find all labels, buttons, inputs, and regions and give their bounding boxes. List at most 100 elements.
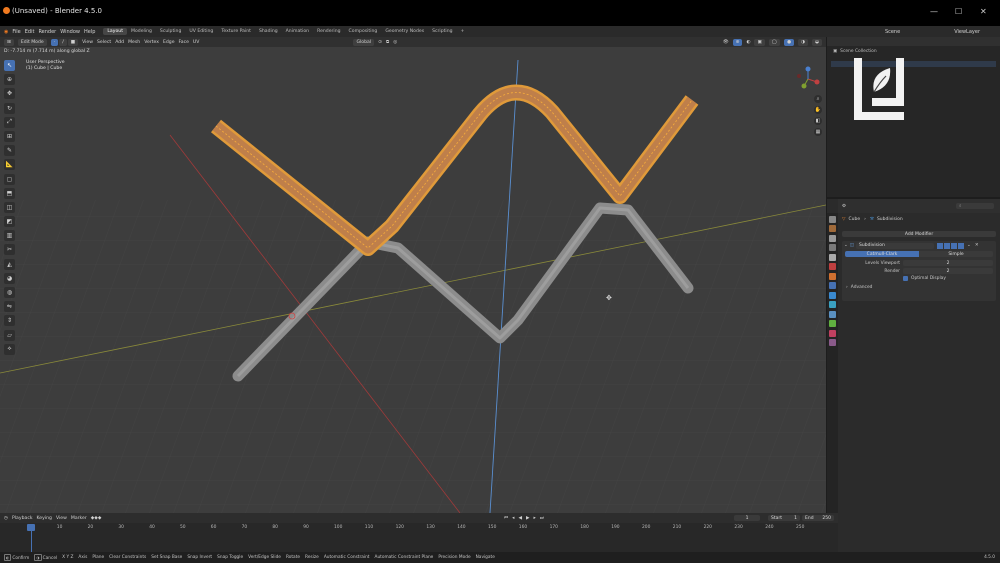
data-tab-icon[interactable] xyxy=(829,320,836,327)
view-layer-selector[interactable]: ViewLayer xyxy=(954,29,980,35)
minimize-button[interactable]: — xyxy=(930,7,938,16)
view-layer-tab-icon[interactable] xyxy=(829,244,836,251)
extrude-tool-icon[interactable]: ⬒ xyxy=(4,187,15,199)
particles-tab-icon[interactable] xyxy=(829,291,836,299)
end-frame-field[interactable]: End 250 xyxy=(802,515,834,521)
menu-marker[interactable]: Marker xyxy=(71,516,87,521)
modifier-tab-icon[interactable] xyxy=(829,282,836,289)
shrink-fatten-tool-icon[interactable]: ⇕ xyxy=(4,315,15,327)
menu-add[interactable]: Add xyxy=(115,40,124,45)
tool-tab-icon[interactable] xyxy=(829,215,836,223)
edge-slide-tool-icon[interactable]: ⇋ xyxy=(4,301,15,313)
start-frame-field[interactable]: Start 1 xyxy=(768,515,800,521)
ortho-toggle-icon[interactable]: ▦ xyxy=(814,128,822,136)
tab-modeling[interactable]: Modeling xyxy=(127,28,156,35)
cursor-tool-icon[interactable]: ⊕ xyxy=(4,74,15,86)
output-tab-icon[interactable] xyxy=(829,234,836,242)
select-tool-icon[interactable]: ↖ xyxy=(4,60,15,71)
jump-start-icon[interactable]: ⏮ xyxy=(504,515,508,521)
shading-wireframe-icon[interactable]: ◯ xyxy=(768,38,780,46)
poly-build-tool-icon[interactable]: ◭ xyxy=(4,258,15,270)
menu-edge[interactable]: Edge xyxy=(163,40,175,45)
modifier-name-field[interactable]: Subdivision xyxy=(856,242,935,249)
catmull-clark-tab[interactable]: Catmull-Clark xyxy=(845,251,919,257)
physics-tab-icon[interactable] xyxy=(829,301,836,308)
blender-menu-icon[interactable]: ◉ xyxy=(4,29,8,35)
render-toggle-icon[interactable] xyxy=(951,242,958,249)
menu-playback[interactable]: Playback xyxy=(12,516,33,521)
keyframe-icons[interactable]: ◆◆◆ xyxy=(91,516,102,521)
shading-solid-icon[interactable]: ● xyxy=(783,38,794,46)
add-workspace-icon[interactable]: + xyxy=(457,28,469,35)
tab-sculpting[interactable]: Sculpting xyxy=(156,28,185,35)
maximize-button[interactable]: ☐ xyxy=(955,7,962,16)
menu-face[interactable]: Face xyxy=(179,40,189,45)
knife-tool-icon[interactable]: ✂ xyxy=(4,244,15,256)
transform-orientation-selector[interactable]: Global xyxy=(353,38,375,46)
scene-tab-icon[interactable] xyxy=(829,253,836,261)
3d-viewport[interactable]: ✥ xyxy=(0,47,826,513)
tab-uv-editing[interactable]: UV Editing xyxy=(185,28,217,35)
measure-tool-icon[interactable]: 📐 xyxy=(4,159,15,171)
annotate-tool-icon[interactable]: ✎ xyxy=(4,145,15,157)
transform-tool-icon[interactable]: ⊞ xyxy=(4,130,15,142)
smooth-tool-icon[interactable]: ◍ xyxy=(4,287,15,298)
loop-cut-tool-icon[interactable]: ▥ xyxy=(4,230,15,242)
timeline-editor-icon[interactable]: ◷ xyxy=(4,516,8,521)
face-select-icon[interactable]: ■ xyxy=(67,38,79,46)
close-button[interactable]: ✕ xyxy=(980,7,987,16)
tab-animation[interactable]: Animation xyxy=(282,28,313,35)
edit-mode-toggle-icon[interactable] xyxy=(937,242,944,249)
menu-render[interactable]: Render xyxy=(38,29,56,35)
prev-keyframe-icon[interactable]: ◂ xyxy=(512,516,514,521)
timeline-area[interactable] xyxy=(0,523,838,552)
tab-scripting[interactable]: Scripting xyxy=(428,28,456,35)
overlay-icon[interactable]: ◐ xyxy=(746,40,750,45)
add-modifier-button[interactable]: Add Modifier xyxy=(842,231,996,237)
menu-select[interactable]: Select xyxy=(97,40,111,45)
pan-icon[interactable]: ✋ xyxy=(814,106,822,114)
gizmo-toggle-icon[interactable]: ⊕ xyxy=(732,38,743,46)
snap-icon[interactable]: ⧉ xyxy=(386,39,389,45)
xray-icon[interactable]: ▣ xyxy=(754,38,765,46)
menu-window[interactable]: Window xyxy=(60,29,80,35)
shading-rendered-icon[interactable]: ◒ xyxy=(811,38,822,46)
tab-compositing[interactable]: Compositing xyxy=(345,28,382,35)
remove-modifier-icon[interactable]: ✕ xyxy=(975,243,979,248)
object-tab-icon[interactable] xyxy=(829,272,836,280)
menu-view[interactable]: View xyxy=(82,40,93,45)
bevel-tool-icon[interactable]: ◩ xyxy=(4,216,15,228)
pivot-icon[interactable]: ⊙ xyxy=(378,40,382,45)
scene-selector[interactable]: Scene xyxy=(885,29,900,35)
properties-search-input[interactable]: ⌕ xyxy=(956,203,994,209)
cage-toggle-icon[interactable] xyxy=(958,242,965,249)
menu-keying[interactable]: Keying xyxy=(37,516,52,521)
world-tab-icon[interactable] xyxy=(829,263,836,270)
jump-end-icon[interactable]: ⏭ xyxy=(540,515,544,521)
tab-geometry-nodes[interactable]: Geometry Nodes xyxy=(381,28,428,35)
scale-tool-icon[interactable]: ⤢ xyxy=(4,116,15,128)
texture-tab-icon[interactable] xyxy=(829,339,836,346)
render-tab-icon[interactable] xyxy=(829,225,836,232)
spin-tool-icon[interactable]: ◕ xyxy=(4,272,15,284)
vertex-select-icon[interactable]: · xyxy=(50,38,59,46)
properties-editor-icon[interactable]: ⚙ xyxy=(842,204,846,209)
tab-rendering[interactable]: Rendering xyxy=(313,28,344,35)
menu-mesh[interactable]: Mesh xyxy=(128,40,140,45)
material-tab-icon[interactable] xyxy=(829,329,836,337)
render-levels-field[interactable]: 2 xyxy=(903,268,993,274)
menu-uv[interactable]: UV xyxy=(193,40,200,45)
levels-viewport-field[interactable]: 2 xyxy=(903,260,993,266)
shear-tool-icon[interactable]: ▱ xyxy=(4,329,15,341)
move-tool-icon[interactable]: ✥ xyxy=(4,88,15,100)
tab-shading[interactable]: Shading xyxy=(255,28,282,35)
visibility-icon[interactable]: 👁 xyxy=(723,40,729,45)
tab-texture-paint[interactable]: Texture Paint xyxy=(217,28,255,35)
modifier-dropdown-icon[interactable]: ⌄ xyxy=(967,243,971,248)
menu-vertex[interactable]: Vertex xyxy=(144,40,159,45)
play-icon[interactable]: ▶ xyxy=(526,516,530,521)
editor-type-icon[interactable]: ⊞ xyxy=(4,38,14,46)
realtime-toggle-icon[interactable] xyxy=(944,242,951,249)
next-keyframe-icon[interactable]: ▸ xyxy=(534,516,536,521)
navigation-gizmo[interactable] xyxy=(795,66,821,92)
